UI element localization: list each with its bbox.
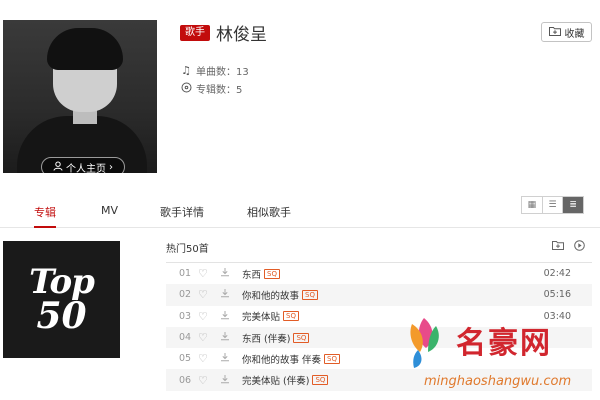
track-title[interactable]: 完美体贴 [242, 309, 280, 323]
chevron-right-icon: › [109, 161, 113, 173]
heart-icon[interactable]: ♡ [198, 374, 208, 387]
track-duration: 02:42 [543, 268, 571, 280]
artist-type-badge: 歌手 [180, 25, 210, 41]
sq-quality-badge: SQ [264, 268, 280, 279]
download-icon[interactable] [220, 288, 230, 301]
sq-quality-badge: SQ [302, 289, 318, 300]
track-title[interactable]: 东西 [242, 267, 261, 281]
watermark-logo-icon [410, 318, 439, 368]
track-title[interactable]: 东西 (伴奏) [242, 331, 290, 345]
profile-button[interactable]: 个人主页 › [41, 157, 125, 173]
album-count-label: 专辑数：5 [196, 85, 243, 96]
download-icon[interactable] [220, 331, 230, 344]
artist-photo: 个人主页 › [3, 20, 157, 173]
tab-albums[interactable]: 专辑 [34, 204, 56, 228]
add-folder-icon [548, 26, 561, 39]
track-row[interactable]: 01 ♡ 东西 SQ 02:42 [166, 263, 592, 284]
sq-quality-badge: SQ [312, 375, 329, 386]
heart-icon[interactable]: ♡ [198, 288, 208, 301]
tab-mv[interactable]: MV [101, 204, 118, 228]
sq-quality-badge: SQ [283, 311, 299, 322]
heart-icon[interactable]: ♡ [198, 331, 208, 344]
download-icon[interactable] [220, 267, 230, 280]
track-row[interactable]: 02 ♡ 你和他的故事 SQ 05:16 [166, 284, 592, 306]
album-cover-line1: Top [29, 262, 95, 303]
track-title-cell: 你和他的故事 SQ [242, 288, 318, 302]
download-icon[interactable] [220, 352, 230, 365]
heart-icon[interactable]: ♡ [198, 352, 208, 365]
heart-icon[interactable]: ♡ [198, 310, 208, 323]
track-title[interactable]: 你和他的故事 伴奏 [242, 352, 321, 366]
tab-similar-artists[interactable]: 相似歌手 [247, 204, 291, 228]
watermark-text: 名豪网 [456, 326, 552, 361]
album-count: 专辑数：5 [180, 81, 242, 96]
track-title-cell: 你和他的故事 伴奏 SQ [242, 352, 340, 366]
grid-view-icon[interactable]: ▦ [522, 197, 543, 213]
track-title-cell: 完美体贴 SQ [242, 309, 299, 323]
track-number: 06 [179, 374, 192, 386]
add-to-folder-icon[interactable] [552, 240, 564, 254]
track-number: 01 [179, 268, 192, 280]
favorite-button[interactable]: 收藏 [541, 22, 592, 42]
artist-name: 林俊呈 [216, 25, 267, 45]
album-cover-line2: 50 [36, 294, 87, 337]
track-title-cell: 东西 SQ [242, 267, 280, 281]
tracklist-title: 热门50首 [166, 244, 209, 255]
track-title[interactable]: 完美体贴 (伴奏) [242, 373, 309, 387]
detail-list-view-icon[interactable]: ≣ [563, 197, 584, 213]
album-cover[interactable]: Top 50 [3, 241, 120, 358]
artist-tabs: 专辑 MV 歌手详情 相似歌手 [0, 200, 600, 228]
download-icon[interactable] [220, 310, 230, 323]
track-number: 02 [179, 289, 192, 301]
sq-quality-badge: SQ [293, 332, 310, 343]
heart-icon[interactable]: ♡ [198, 267, 208, 280]
photo-hair-shape [47, 28, 123, 70]
track-title-cell: 东西 (伴奏) SQ [242, 331, 310, 345]
track-title[interactable]: 你和他的故事 [242, 288, 299, 302]
track-duration: 05:16 [543, 289, 571, 301]
song-count-label: 单曲数：13 [196, 67, 249, 78]
download-icon[interactable] [220, 374, 230, 387]
user-icon [53, 161, 63, 174]
track-title-cell: 完美体贴 (伴奏) SQ [242, 373, 329, 387]
profile-button-label: 个人主页 [66, 163, 106, 174]
play-all-icon[interactable] [574, 240, 585, 254]
disc-icon [180, 82, 192, 96]
tracklist-actions [552, 240, 585, 254]
track-number: 03 [179, 310, 192, 322]
track-number: 05 [179, 353, 192, 365]
list-view-icon[interactable]: ☰ [543, 197, 564, 213]
song-count: ♫ 单曲数：13 [180, 63, 249, 78]
watermark: 名豪网 minghaoshangwu.com [404, 312, 600, 396]
sq-quality-badge: SQ [324, 353, 340, 364]
track-number: 04 [179, 332, 192, 344]
tab-artist-details[interactable]: 歌手详情 [160, 204, 204, 228]
view-mode-switch: ▦ ☰ ≣ [521, 196, 584, 214]
watermark-url: minghaoshangwu.com [424, 374, 572, 389]
favorite-button-label: 收藏 [564, 28, 585, 40]
music-note-icon: ♫ [181, 64, 191, 77]
